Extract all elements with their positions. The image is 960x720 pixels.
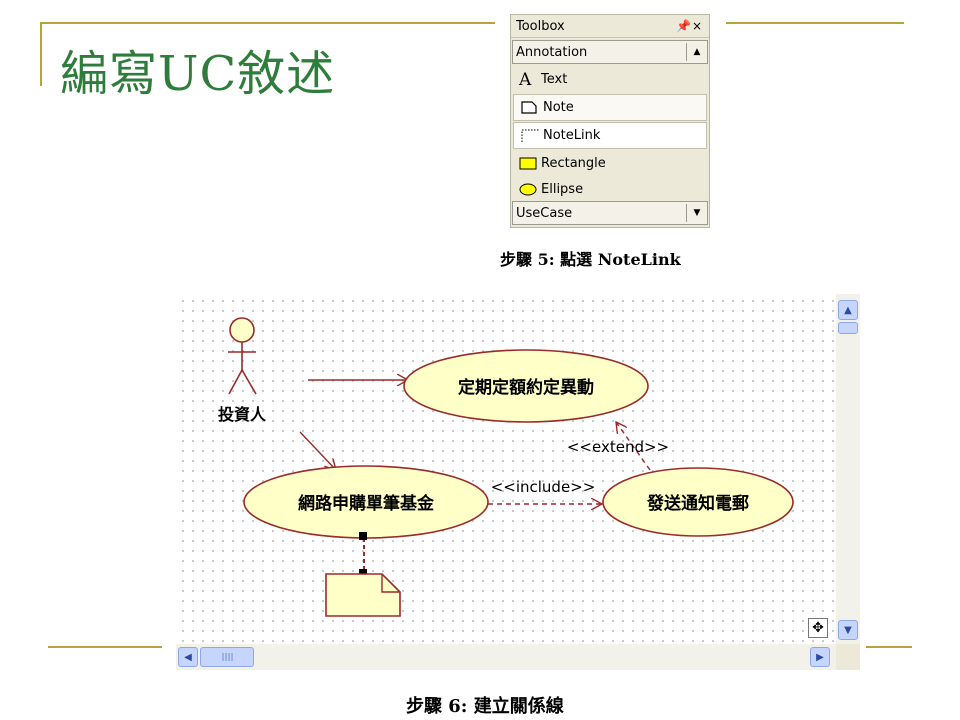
toolbox-item-label: Rectangle [541,156,606,171]
pin-icon[interactable]: 📌 [676,19,691,33]
note-shape[interactable] [325,573,401,617]
toolbox-item-label: Ellipse [541,181,584,197]
scroll-right-button[interactable]: ▶ [810,647,830,667]
actor-leg-left [228,369,243,395]
scroll-left-button[interactable]: ◀ [178,647,198,667]
scroll-up-icon[interactable]: ▲ [686,43,707,61]
actor-figure[interactable]: 投資人 [218,317,267,424]
category-usecase[interactable]: UseCase ▼ [512,201,708,225]
usecase-top-label: 定期定額約定異動 [458,377,594,398]
usecase-left-label: 網路申購單筆基金 [298,493,435,514]
association-left[interactable] [299,431,336,470]
horizontal-scrollbar[interactable]: ◀ ▶ [176,644,836,670]
usecase-right-label: 發送通知電郵 [646,493,749,514]
category-usecase-label: UseCase [516,205,573,221]
horizontal-scroll-thumb[interactable] [200,647,254,667]
toolbox-item-label: Note [543,100,574,115]
usecase-diagram: 投資人 定期定額約定異動 網路申購單筆基金 發送通知電郵 <<include>>… [218,317,794,617]
scroll-down-button[interactable]: ▼ [838,620,858,640]
extend-label: <<extend>> [567,438,669,456]
toolbox-panel: Toolbox 📌 × Annotation ▲ A Text Note Not… [510,14,710,228]
move-icon[interactable]: ✥ [808,618,828,638]
include-label: <<include>> [491,478,596,496]
toolbox-item-rectangle[interactable]: Rectangle [512,150,708,177]
note-link-handle-top[interactable] [359,532,367,540]
caption-step5: 步驟 5: 點選 NoteLink [500,250,681,269]
caption-step6: 步驟 6: 建立關係線 [406,696,564,717]
scroll-down-icon[interactable]: ▼ [686,204,707,222]
usecase-right[interactable]: 發送通知電郵 [602,467,794,537]
toolbox-titlebar: Toolbox 📌 × [511,15,709,38]
slide-title: 編寫UC敘述 [60,46,336,102]
top-rule-left [40,22,495,24]
note-icon [521,101,543,114]
toolbox-item-label: NoteLink [543,128,601,143]
usecase-top[interactable]: 定期定額約定異動 [403,349,649,423]
toolbox-title: Toolbox [516,18,565,34]
category-annotation[interactable]: Annotation ▲ [512,40,708,64]
toolbox-item-ellipse[interactable]: Ellipse [512,178,708,200]
text-icon: A [519,69,532,90]
top-rule-right [726,22,904,24]
category-annotation-label: Annotation [516,44,588,60]
scroll-up-button[interactable]: ▲ [838,300,858,320]
actor-label: 投資人 [218,405,267,424]
toolbox-item-notelink[interactable]: NoteLink [513,122,707,149]
bottom-rule-left [48,646,162,648]
actor-leg-right [241,369,257,395]
title-rule-vertical [40,22,42,86]
toolbox-item-note[interactable]: Note [513,94,707,121]
usecase-left[interactable]: 網路申購單筆基金 [243,465,489,539]
close-icon[interactable]: × [690,19,704,33]
scroll-corner [836,644,860,670]
actor-head [229,317,255,343]
notelink-icon [521,129,543,143]
rectangle-icon [519,157,541,170]
vertical-scrollbar[interactable]: ▲ ▼ [836,294,860,644]
diagram-canvas[interactable]: 投資人 定期定額約定異動 網路申購單筆基金 發送通知電郵 <<include>>… [176,294,836,644]
ellipse-icon [519,183,541,196]
bottom-rule-right [866,646,912,648]
toolbox-item-text[interactable]: A Text [512,66,708,93]
vertical-scroll-thumb[interactable] [838,322,858,334]
toolbox-item-label: Text [541,72,568,87]
